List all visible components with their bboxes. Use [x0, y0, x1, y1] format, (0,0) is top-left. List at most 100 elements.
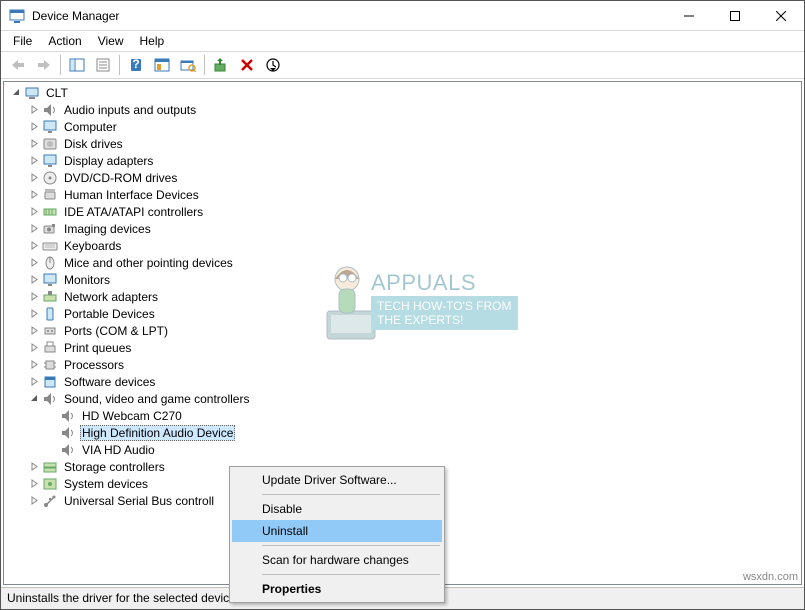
toolbar-separator — [60, 55, 61, 75]
disable-button[interactable] — [261, 53, 285, 77]
context-menu-item[interactable]: Scan for hardware changes — [232, 549, 442, 571]
tree-item-label: IDE ATA/ATAPI controllers — [62, 205, 205, 219]
expand-icon[interactable] — [26, 122, 42, 131]
expand-icon[interactable] — [26, 139, 42, 148]
category-icon — [42, 136, 58, 152]
expand-icon[interactable] — [26, 190, 42, 199]
expand-icon[interactable] — [26, 309, 42, 318]
tree-item-label: Ports (COM & LPT) — [62, 324, 170, 338]
tree-item-label: System devices — [62, 477, 150, 491]
tree-device[interactable]: High Definition Audio Device — [4, 424, 801, 441]
tree-item-label: High Definition Audio Device — [80, 425, 235, 441]
category-icon — [42, 238, 58, 254]
category-icon — [42, 493, 58, 509]
menu-view[interactable]: View — [90, 32, 132, 50]
watermark-figure-icon — [321, 259, 377, 341]
expand-icon[interactable] — [26, 258, 42, 267]
category-icon — [42, 306, 58, 322]
expand-icon[interactable] — [26, 343, 42, 352]
tree-category[interactable]: Keyboards — [4, 237, 801, 254]
expand-icon[interactable] — [26, 479, 42, 488]
uninstall-button[interactable] — [235, 53, 259, 77]
tree-item-label: HD Webcam C270 — [80, 409, 184, 423]
show-hide-console-button[interactable] — [65, 53, 89, 77]
tree-item-label: Sound, video and game controllers — [62, 392, 251, 406]
expand-icon[interactable] — [26, 156, 42, 165]
category-icon — [42, 374, 58, 390]
properties-button[interactable] — [91, 53, 115, 77]
context-menu-item[interactable]: Properties — [232, 578, 442, 600]
category-icon — [42, 289, 58, 305]
tree-item-label: Disk drives — [62, 137, 125, 151]
expand-icon[interactable] — [8, 88, 24, 97]
category-icon — [42, 187, 58, 203]
expand-icon[interactable] — [26, 173, 42, 182]
tree-category[interactable]: Processors — [4, 356, 801, 373]
tree-category[interactable]: Software devices — [4, 373, 801, 390]
toolbar-separator — [119, 55, 120, 75]
scan-hardware-button[interactable] — [176, 53, 200, 77]
watermark-title: APPUALS — [371, 270, 518, 296]
tree-item-label: Portable Devices — [62, 307, 157, 321]
tree-item-label: Universal Serial Bus controll — [62, 494, 216, 508]
tree-item-label: Display adapters — [62, 154, 155, 168]
forward-button[interactable] — [32, 53, 56, 77]
back-button[interactable] — [6, 53, 30, 77]
action-button[interactable] — [150, 53, 174, 77]
help-button[interactable]: ? — [124, 53, 148, 77]
tree-category[interactable]: Disk drives — [4, 135, 801, 152]
tree-item-label: Audio inputs and outputs — [62, 103, 198, 117]
context-menu-separator — [262, 574, 440, 575]
menu-file[interactable]: File — [5, 32, 40, 50]
tree-item-label: Mice and other pointing devices — [62, 256, 235, 270]
tree-category[interactable]: Computer — [4, 118, 801, 135]
expand-icon[interactable] — [26, 394, 42, 403]
context-menu-item[interactable]: Update Driver Software... — [232, 469, 442, 491]
tree-category[interactable]: IDE ATA/ATAPI controllers — [4, 203, 801, 220]
tree-category[interactable]: Human Interface Devices — [4, 186, 801, 203]
minimize-button[interactable] — [666, 1, 712, 31]
device-icon — [60, 408, 76, 424]
category-icon — [42, 102, 58, 118]
app-icon — [9, 8, 25, 24]
expand-icon[interactable] — [26, 105, 42, 114]
expand-icon[interactable] — [26, 224, 42, 233]
watermark-line1: TECH HOW-TO'S FROM — [377, 299, 512, 313]
category-icon — [42, 119, 58, 135]
expand-icon[interactable] — [26, 292, 42, 301]
expand-icon[interactable] — [26, 326, 42, 335]
update-driver-button[interactable] — [209, 53, 233, 77]
expand-icon[interactable] — [26, 462, 42, 471]
tree-category[interactable]: Display adapters — [4, 152, 801, 169]
menu-action[interactable]: Action — [40, 32, 89, 50]
tree-category[interactable]: DVD/CD-ROM drives — [4, 169, 801, 186]
tree-device[interactable]: VIA HD Audio — [4, 441, 801, 458]
expand-icon[interactable] — [26, 207, 42, 216]
tree-item-label: Imaging devices — [62, 222, 153, 236]
tree-category[interactable]: Sound, video and game controllers — [4, 390, 801, 407]
svg-text:?: ? — [132, 58, 139, 71]
tree-device[interactable]: HD Webcam C270 — [4, 407, 801, 424]
menu-help[interactable]: Help — [132, 32, 173, 50]
expand-icon[interactable] — [26, 377, 42, 386]
expand-icon[interactable] — [26, 496, 42, 505]
expand-icon[interactable] — [26, 275, 42, 284]
context-menu-item[interactable]: Uninstall — [232, 520, 442, 542]
expand-icon[interactable] — [26, 241, 42, 250]
expand-icon[interactable] — [26, 360, 42, 369]
context-menu-item[interactable]: Disable — [232, 498, 442, 520]
tree-root[interactable]: CLT — [4, 84, 801, 101]
tree-category[interactable]: Audio inputs and outputs — [4, 101, 801, 118]
tree-item-label: Computer — [62, 120, 119, 134]
category-icon — [42, 204, 58, 220]
computer-icon — [24, 85, 40, 101]
maximize-button[interactable] — [712, 1, 758, 31]
category-icon — [42, 272, 58, 288]
tree-category[interactable]: Imaging devices — [4, 220, 801, 237]
close-button[interactable] — [758, 1, 804, 31]
tree-item-label: Processors — [62, 358, 126, 372]
watermark-line2: THE EXPERTS! — [377, 313, 512, 327]
category-icon — [42, 255, 58, 271]
tree-category[interactable]: Print queues — [4, 339, 801, 356]
category-icon — [42, 221, 58, 237]
